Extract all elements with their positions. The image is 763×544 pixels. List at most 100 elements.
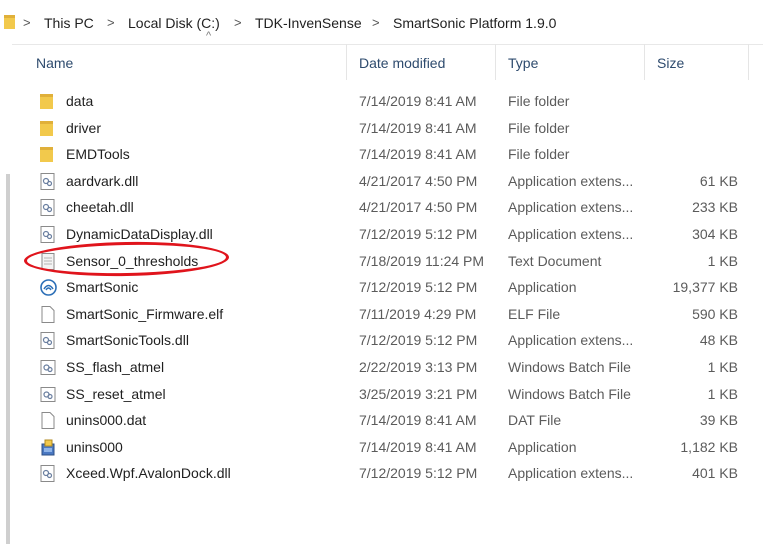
- file-type: Application extens...: [508, 332, 634, 349]
- column-header-name[interactable]: Name: [24, 44, 347, 80]
- file-size: 1,182 KB: [680, 438, 738, 455]
- file-type: Text Document: [508, 252, 602, 269]
- text-document-icon: [41, 252, 55, 270]
- file-name: SmartSonicTools.dll: [66, 332, 189, 349]
- file-type: Application extens...: [508, 199, 634, 216]
- file-type: File folder: [508, 119, 570, 136]
- file-row[interactable]: SmartSonic 7/12/2019 5:12 PM Application…: [24, 274, 763, 301]
- column-header-size[interactable]: Size: [645, 44, 749, 80]
- file-size: 401 KB: [692, 465, 738, 482]
- address-bar[interactable]: > This PC > Local Disk (C:) > TDK-InvenS…: [0, 0, 763, 45]
- chevron-right-icon: >: [107, 15, 115, 30]
- file-date: 7/11/2019 4:29 PM: [359, 305, 477, 322]
- file-name: SS_reset_atmel: [66, 385, 166, 402]
- file-row[interactable]: aardvark.dll 4/21/2017 4:50 PM Applicati…: [24, 168, 763, 195]
- dll-file-icon: [40, 199, 55, 217]
- column-header-date-modified[interactable]: Date modified: [347, 44, 496, 80]
- file-name: SS_flash_atmel: [66, 358, 165, 375]
- file-size: 233 KB: [692, 199, 738, 216]
- file-date: 7/12/2019 5:12 PM: [359, 279, 478, 296]
- file-name: SmartSonic_Firmware.elf: [66, 305, 224, 322]
- installer-app-icon: [41, 439, 55, 456]
- chevron-right-icon: >: [23, 15, 31, 30]
- file-name: unins000: [66, 438, 123, 455]
- file-row[interactable]: DynamicDataDisplay.dll 7/12/2019 5:12 PM…: [24, 221, 763, 248]
- file-type: Application extens...: [508, 465, 634, 482]
- file-date: 7/14/2019 8:41 AM: [359, 119, 477, 136]
- blank-file-icon: [41, 305, 55, 323]
- batch-file-icon: [40, 386, 56, 402]
- breadcrumb-item-this-pc[interactable]: This PC: [44, 15, 94, 31]
- file-row[interactable]: SS_reset_atmel 3/25/2019 3:21 PM Windows…: [24, 381, 763, 408]
- folder-icon: [40, 94, 53, 109]
- file-row[interactable]: driver 7/14/2019 8:41 AM File folder: [24, 115, 763, 142]
- file-date: 7/14/2019 8:41 AM: [359, 412, 477, 429]
- file-size: 61 KB: [699, 172, 738, 189]
- dll-file-icon: [40, 225, 55, 243]
- file-name: cheetah.dll: [66, 199, 134, 216]
- navigation-pane-edge: [0, 44, 12, 544]
- file-type: Application: [508, 279, 577, 296]
- breadcrumb-item-smartsonic-platform[interactable]: SmartSonic Platform 1.9.0: [393, 15, 556, 31]
- file-row[interactable]: Xceed.Wpf.AvalonDock.dll 7/12/2019 5:12 …: [24, 460, 763, 487]
- file-name: DynamicDataDisplay.dll: [66, 225, 213, 242]
- file-row[interactable]: cheetah.dll 4/21/2017 4:50 PM Applicatio…: [24, 194, 763, 221]
- sort-ascending-icon: ^: [206, 30, 212, 42]
- file-type: File folder: [508, 146, 570, 163]
- file-type: Application extens...: [508, 172, 634, 189]
- file-name: data: [66, 93, 94, 109]
- scrollbar[interactable]: [6, 174, 10, 544]
- file-size: 48 KB: [699, 332, 738, 349]
- file-row[interactable]: data 7/14/2019 8:41 AM File folder: [24, 88, 763, 115]
- file-date: 4/21/2017 4:50 PM: [359, 199, 478, 216]
- file-date: 4/21/2017 4:50 PM: [359, 172, 478, 189]
- breadcrumb-item-tdk-invensense[interactable]: TDK-InvenSense: [255, 15, 362, 31]
- file-size: 19,377 KB: [672, 279, 738, 296]
- file-row[interactable]: Sensor_0_thresholds 7/18/2019 11:24 PM T…: [24, 248, 763, 275]
- blank-file-icon: [41, 412, 55, 430]
- file-row[interactable]: unins000.dat 7/14/2019 8:41 AM DAT File …: [24, 407, 763, 434]
- file-type: Windows Batch File: [508, 358, 631, 375]
- chevron-right-icon: >: [372, 15, 380, 30]
- file-size: [644, 88, 738, 115]
- folder-icon: [40, 147, 53, 163]
- file-size: 304 KB: [692, 225, 738, 242]
- file-row[interactable]: SmartSonicTools.dll 7/12/2019 5:12 PM Ap…: [24, 327, 763, 354]
- file-type: DAT File: [508, 412, 562, 429]
- file-row[interactable]: SmartSonic_Firmware.elf 7/11/2019 4:29 P…: [24, 301, 763, 328]
- file-date: 7/12/2019 5:12 PM: [359, 465, 478, 482]
- file-date: 2/22/2019 3:13 PM: [359, 358, 478, 375]
- folder-icon: [4, 15, 15, 29]
- column-header-row: ^ Name Date modified Type Size: [24, 30, 763, 80]
- file-date: 7/12/2019 5:12 PM: [359, 332, 478, 349]
- file-size: 39 KB: [699, 412, 738, 429]
- file-name: Sensor_0_thresholds: [66, 252, 199, 269]
- smartsonic-app-icon: [40, 279, 57, 296]
- file-date: 3/25/2019 3:21 PM: [359, 385, 478, 402]
- file-type: Application: [508, 438, 577, 455]
- file-size: 1 KB: [707, 252, 738, 269]
- file-date: 7/14/2019 8:41 AM: [359, 146, 477, 163]
- column-header-type[interactable]: Type: [496, 44, 645, 80]
- folder-icon: [40, 120, 53, 136]
- dll-file-icon: [40, 332, 55, 350]
- file-size: [644, 115, 738, 142]
- chevron-right-icon: >: [234, 15, 242, 30]
- file-name: Xceed.Wpf.AvalonDock.dll: [66, 465, 231, 482]
- file-row[interactable]: EMDTools 7/14/2019 8:41 AM File folder: [24, 141, 763, 168]
- file-name: aardvark.dll: [66, 172, 139, 189]
- file-size: [644, 141, 738, 168]
- file-name: unins000.dat: [66, 412, 147, 429]
- file-row[interactable]: unins000 7/14/2019 8:41 AM Application 1…: [24, 434, 763, 461]
- batch-file-icon: [40, 359, 56, 375]
- file-size: 1 KB: [707, 358, 738, 375]
- breadcrumb-item-local-disk[interactable]: Local Disk (C:): [128, 15, 220, 31]
- file-date: 7/14/2019 8:41 AM: [359, 438, 477, 455]
- file-type: Windows Batch File: [508, 385, 631, 402]
- file-type: ELF File: [508, 305, 561, 322]
- file-type: Application extens...: [508, 225, 634, 242]
- file-row[interactable]: SS_flash_atmel 2/22/2019 3:13 PM Windows…: [24, 354, 763, 381]
- dll-file-icon: [40, 465, 55, 483]
- file-size: 1 KB: [707, 385, 738, 402]
- dll-file-icon: [40, 172, 55, 190]
